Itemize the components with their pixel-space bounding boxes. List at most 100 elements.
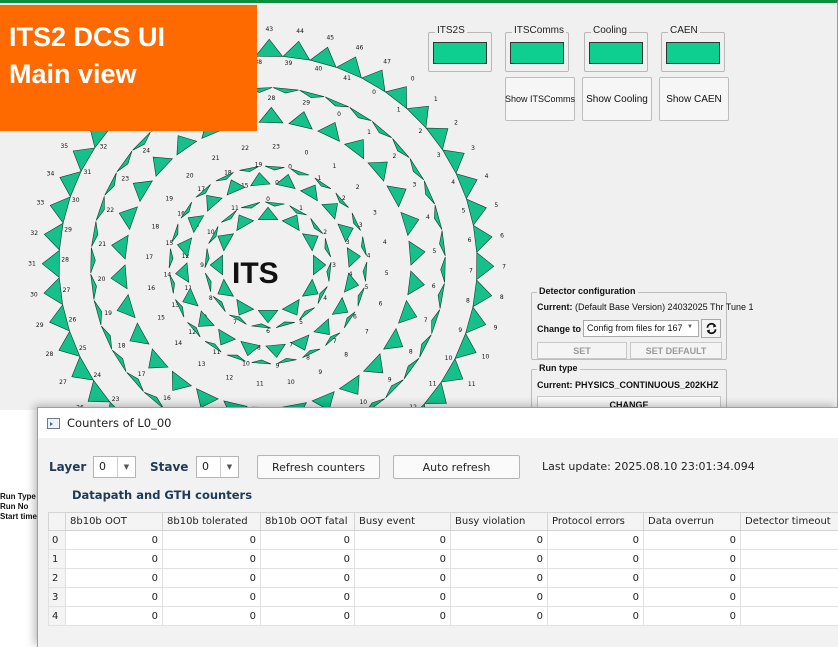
- stave-marker[interactable]: [419, 334, 432, 358]
- stave-marker[interactable]: [229, 314, 247, 325]
- stave-marker[interactable]: [313, 318, 330, 335]
- stave-marker[interactable]: [277, 358, 297, 364]
- stave-marker[interactable]: [398, 299, 418, 324]
- stave-marker[interactable]: [49, 304, 70, 332]
- stave-marker[interactable]: [250, 172, 271, 187]
- stave-marker[interactable]: [93, 300, 102, 326]
- stave-marker[interactable]: [400, 211, 420, 237]
- stave-marker[interactable]: [299, 90, 325, 98]
- stave-marker[interactable]: [465, 306, 487, 334]
- stave-marker[interactable]: [403, 357, 420, 380]
- stave-marker[interactable]: [317, 121, 340, 142]
- stave-marker[interactable]: [299, 184, 318, 202]
- column-header[interactable]: Busy event: [354, 512, 451, 531]
- stave-marker[interactable]: [331, 296, 349, 315]
- stave-marker[interactable]: [282, 40, 311, 61]
- stave-marker[interactable]: [310, 218, 324, 234]
- stave-marker[interactable]: [288, 111, 313, 130]
- column-header[interactable]: Data overrun: [643, 512, 741, 531]
- stave-marker[interactable]: [406, 105, 429, 129]
- stave-marker[interactable]: [187, 215, 205, 234]
- stave-marker[interactable]: [104, 172, 117, 196]
- stave-marker[interactable]: [281, 214, 300, 232]
- stave-marker[interactable]: [466, 198, 487, 226]
- stave-select[interactable]: 0 ▼: [196, 456, 239, 478]
- stave-marker[interactable]: [204, 248, 210, 268]
- stave-marker[interactable]: [362, 353, 384, 374]
- status-indicator[interactable]: [510, 42, 564, 64]
- stave-marker[interactable]: [221, 209, 237, 223]
- stave-marker[interactable]: [299, 307, 315, 321]
- stave-marker[interactable]: [218, 328, 237, 346]
- stave-marker[interactable]: [132, 180, 153, 203]
- stave-marker[interactable]: [408, 240, 426, 266]
- set-button[interactable]: SET: [537, 342, 627, 359]
- auto-refresh-button[interactable]: Auto refresh: [393, 455, 520, 479]
- stave-marker[interactable]: [357, 287, 365, 307]
- stave-marker[interactable]: [338, 374, 360, 395]
- stave-marker[interactable]: [386, 185, 407, 208]
- counters-window-titlebar[interactable]: Counters of L0_00: [38, 408, 838, 438]
- stave-marker[interactable]: [313, 254, 327, 276]
- stave-marker[interactable]: [455, 173, 478, 200]
- stave-marker[interactable]: [71, 355, 94, 381]
- stave-marker[interactable]: [302, 348, 321, 358]
- stave-marker[interactable]: [409, 158, 425, 181]
- stave-marker[interactable]: [301, 278, 319, 297]
- stave-marker[interactable]: [473, 224, 493, 253]
- stave-marker[interactable]: [87, 379, 111, 403]
- show-caen-button[interactable]: Show CAEN: [659, 77, 729, 121]
- set-default-button[interactable]: SET DEFAULT: [630, 342, 722, 359]
- stave-marker[interactable]: [111, 234, 129, 260]
- show-cooling-button[interactable]: Show Cooling: [582, 77, 652, 121]
- stave-marker[interactable]: [59, 171, 82, 198]
- stave-marker[interactable]: [275, 321, 295, 328]
- stave-marker[interactable]: [472, 279, 493, 308]
- stave-marker[interactable]: [281, 298, 300, 316]
- stave-marker[interactable]: [49, 196, 71, 224]
- stave-marker[interactable]: [116, 293, 136, 319]
- stave-marker[interactable]: [91, 221, 99, 247]
- stave-marker[interactable]: [442, 149, 465, 175]
- status-indicator[interactable]: [433, 42, 487, 64]
- stave-marker[interactable]: [362, 261, 368, 282]
- stave-marker[interactable]: [440, 358, 464, 383]
- stave-marker[interactable]: [407, 270, 425, 296]
- stave-marker[interactable]: [289, 205, 307, 216]
- stave-marker[interactable]: [265, 201, 285, 207]
- stave-marker[interactable]: [476, 251, 495, 281]
- stave-marker[interactable]: [257, 310, 279, 324]
- status-indicator[interactable]: [666, 42, 720, 64]
- stave-marker[interactable]: [148, 348, 169, 369]
- stave-marker[interactable]: [343, 139, 365, 160]
- table-corner[interactable]: [48, 512, 66, 531]
- stave-marker[interactable]: [367, 161, 388, 182]
- stave-marker[interactable]: [101, 325, 112, 350]
- layer-select[interactable]: 0 ▼: [93, 456, 136, 478]
- stave-marker[interactable]: [43, 277, 63, 306]
- stave-marker[interactable]: [254, 38, 284, 57]
- stave-marker[interactable]: [171, 370, 193, 391]
- column-header[interactable]: Protocol errors: [547, 512, 644, 531]
- stave-marker[interactable]: [257, 206, 279, 220]
- stave-marker[interactable]: [264, 165, 285, 171]
- stave-marker[interactable]: [236, 214, 255, 232]
- status-indicator[interactable]: [589, 42, 643, 64]
- stave-marker[interactable]: [326, 262, 332, 282]
- stave-marker[interactable]: [209, 254, 223, 276]
- column-header[interactable]: 8b10b OOT: [65, 512, 163, 531]
- stave-marker[interactable]: [439, 230, 446, 257]
- refresh-counters-button[interactable]: Refresh counters: [257, 455, 380, 479]
- stave-marker[interactable]: [434, 204, 443, 230]
- stave-marker[interactable]: [72, 147, 96, 172]
- stave-marker[interactable]: [371, 121, 392, 138]
- stave-marker[interactable]: [217, 233, 235, 252]
- stave-marker[interactable]: [176, 135, 198, 156]
- stave-marker[interactable]: [265, 343, 286, 358]
- stave-marker[interactable]: [226, 354, 246, 362]
- stave-marker[interactable]: [314, 177, 332, 189]
- stave-marker[interactable]: [454, 332, 477, 359]
- stave-marker[interactable]: [258, 106, 284, 124]
- column-header[interactable]: 8b10b tolerated: [162, 512, 261, 531]
- stave-marker[interactable]: [90, 247, 96, 274]
